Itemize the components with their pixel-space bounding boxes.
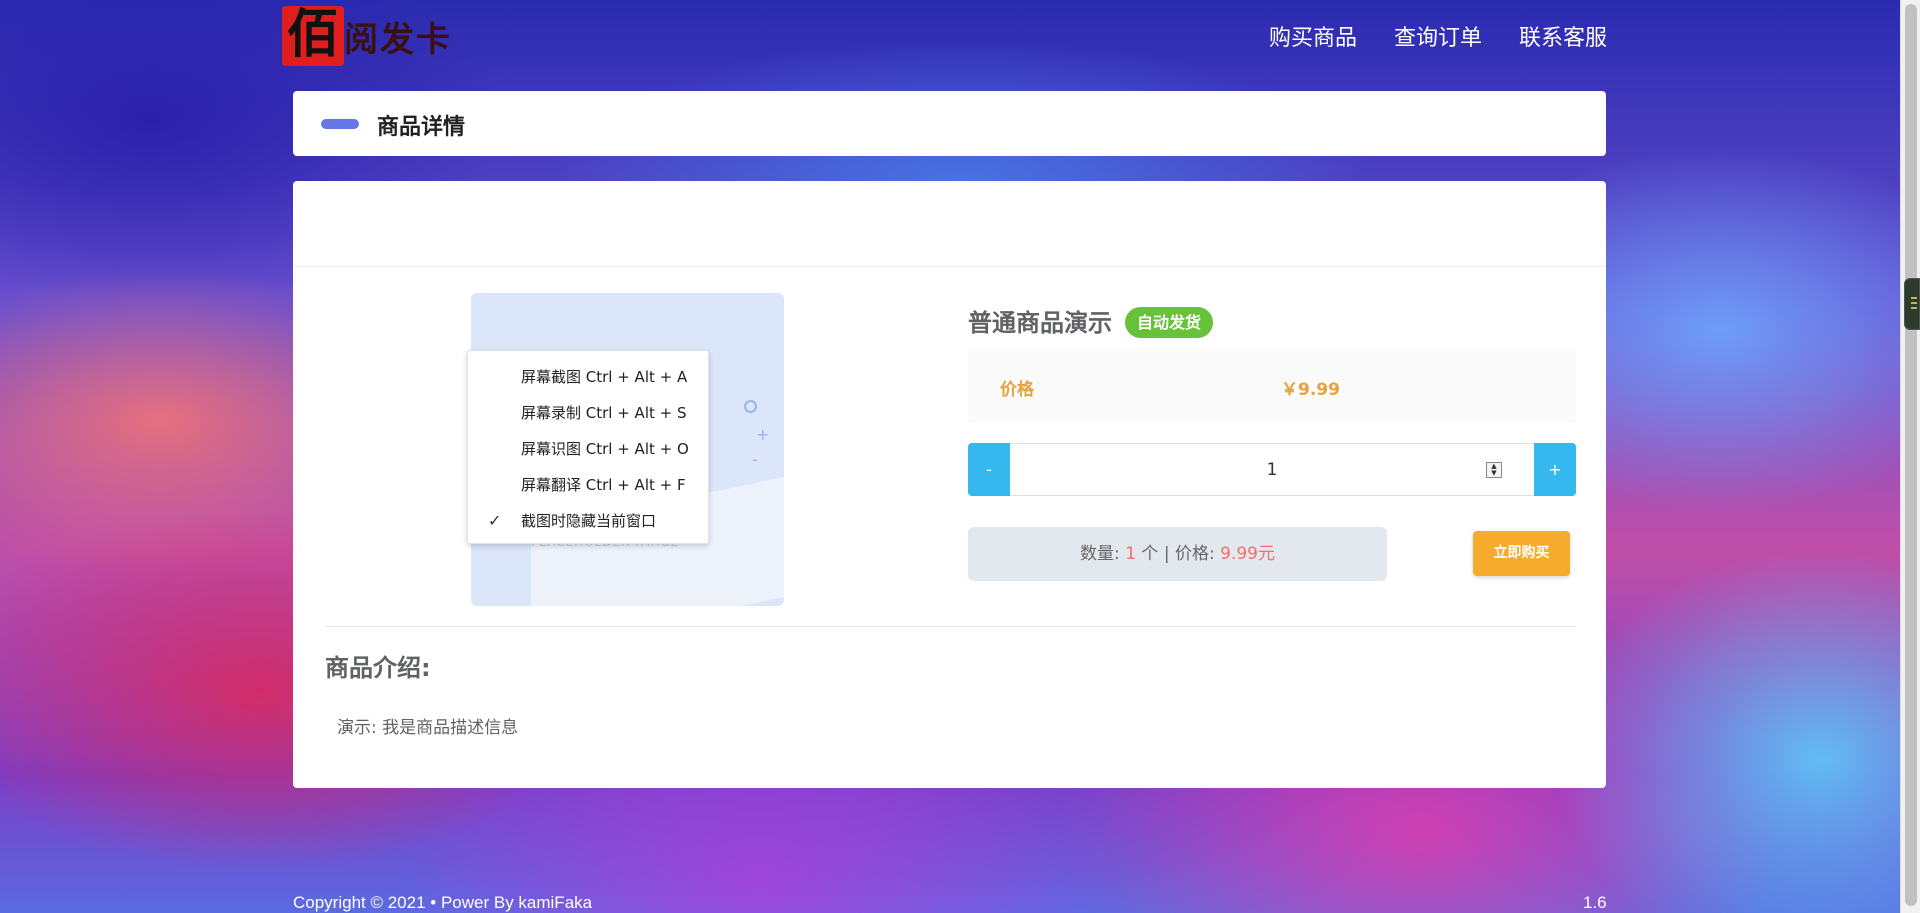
placeholder-circle-icon (744, 400, 757, 413)
summary-qty-prefix: 数量: (1080, 544, 1126, 564)
summary-price-value: 9.99元 (1220, 544, 1275, 564)
quantity-stepper: - ▲▼ + (968, 443, 1576, 496)
check-icon: ✓ (488, 511, 502, 530)
quantity-spinner-icon[interactable]: ▲ ▼ (1486, 462, 1502, 478)
price-label: 价格 (1000, 380, 1034, 400)
site-logo[interactable]: 佰 阅发卡 (282, 2, 462, 66)
divider (325, 626, 1576, 627)
main-nav: 购买商品 查询订单 联系客服 (1269, 20, 1607, 52)
menu-item-hide-window[interactable]: ✓ 截图时隐藏当前窗口 (468, 503, 708, 539)
divider (293, 266, 1606, 267)
order-summary: 数量: 1 个 | 价格: 9.99元 (968, 527, 1387, 581)
page-scrollbar[interactable] (1900, 0, 1920, 913)
site-header: 佰 阅发卡 购买商品 查询订单 联系客服 (282, 0, 1607, 70)
context-menu: 屏幕截图 Ctrl + Alt + A 屏幕录制 Ctrl + Alt + S … (467, 350, 709, 544)
placeholder-plus-icon: + (756, 425, 770, 444)
description-text: 演示: 我是商品描述信息 (337, 718, 519, 738)
quantity-decrease-button[interactable]: - (968, 443, 1010, 496)
logo-text: 阅发卡 (344, 20, 452, 60)
title-accent-bar (321, 119, 359, 129)
auto-delivery-badge: 自动发货 (1125, 307, 1214, 338)
nav-contact-support[interactable]: 联系客服 (1519, 20, 1607, 52)
menu-item-screenshot[interactable]: 屏幕截图 Ctrl + Alt + A (468, 359, 708, 395)
side-toolbar-handle[interactable] (1904, 278, 1920, 330)
price-box: 价格 ￥9.99 (968, 348, 1576, 423)
quantity-input[interactable] (1011, 444, 1533, 495)
menu-item-hide-window-label: 截图时隐藏当前窗口 (521, 512, 657, 530)
page-title: 商品详情 (377, 115, 466, 140)
product-name: 普通商品演示 (968, 309, 1112, 337)
logo-mark: 佰 (282, 6, 344, 66)
placeholder-minus-icon: - (752, 450, 758, 469)
quantity-increase-button[interactable]: + (1534, 443, 1576, 496)
description-title: 商品介绍: (325, 654, 431, 682)
menu-item-screen-translate[interactable]: 屏幕翻译 Ctrl + Alt + F (468, 467, 708, 503)
summary-qty-unit: 个 | 价格: (1136, 544, 1221, 564)
buy-now-button[interactable]: 立即购买 (1473, 531, 1570, 576)
menu-item-screen-ocr[interactable]: 屏幕识图 Ctrl + Alt + O (468, 431, 708, 467)
price-value: ￥9.99 (1281, 380, 1340, 400)
nav-query-order[interactable]: 查询订单 (1394, 20, 1482, 52)
footer-version: 1.6 (1583, 893, 1607, 912)
menu-item-screen-record[interactable]: 屏幕录制 Ctrl + Alt + S (468, 395, 708, 431)
footer-copyright: Copyright © 2021 • Power By kamiFaka (293, 893, 593, 912)
nav-buy-products[interactable]: 购买商品 (1269, 20, 1357, 52)
summary-qty-value: 1 (1125, 544, 1137, 564)
scrollbar-thumb[interactable] (1905, 4, 1917, 906)
page-title-card: 商品详情 (293, 91, 1606, 156)
